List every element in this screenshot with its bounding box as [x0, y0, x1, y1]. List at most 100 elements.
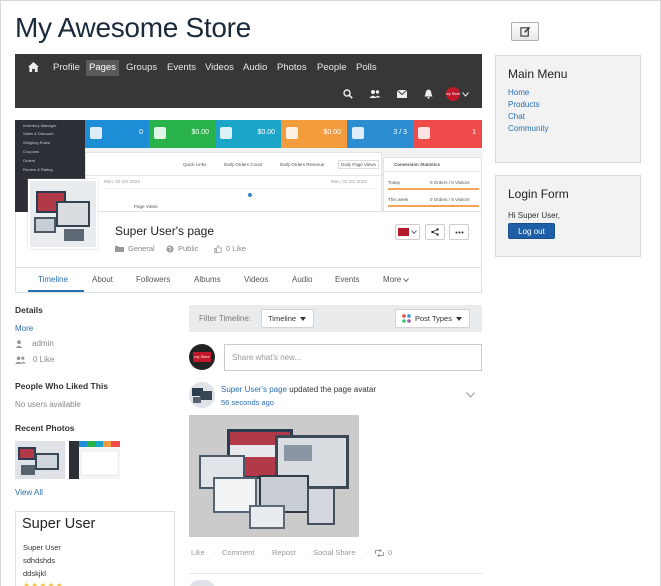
login-form-title: Login Form	[508, 187, 569, 201]
post-divider	[189, 573, 482, 574]
post-types-select[interactable]: Post Types	[395, 309, 470, 328]
home-icon[interactable]	[28, 62, 39, 72]
comment-action[interactable]: Comment	[222, 548, 255, 557]
people-liked-title: People Who Liked This	[15, 381, 109, 391]
post-author-avatar[interactable]	[189, 382, 215, 408]
social-share-action[interactable]: Social Share	[313, 548, 356, 557]
stat-tile: 3 / 3	[347, 120, 413, 148]
cover-panel-tab: Daily Orders Count	[224, 162, 263, 167]
folder-icon	[115, 246, 124, 252]
search-icon[interactable]	[341, 87, 355, 101]
page-likes-label: 0 Like	[226, 244, 247, 253]
cover-panel-tab: Daily Orders Revenue	[280, 162, 325, 167]
login-greeting: Hi Super User,	[508, 211, 561, 220]
menu-link-home[interactable]: Home	[508, 88, 529, 97]
recent-photo[interactable]	[15, 441, 65, 479]
store-logo-icon	[398, 228, 409, 236]
friends-icon[interactable]	[368, 87, 382, 101]
stat-tile-value: $0.00	[257, 129, 275, 136]
tab-albums[interactable]: Albums	[194, 275, 221, 284]
stat-tile-value: $0.00	[323, 129, 341, 136]
nav-profile[interactable]: Profile	[50, 60, 83, 76]
details-more-link[interactable]: More	[15, 324, 33, 333]
site-title[interactable]: My Awesome Store	[15, 12, 251, 44]
page-name[interactable]: Super User's page	[115, 224, 214, 238]
cover-sidebar-item: Coupons	[23, 149, 40, 154]
composer-avatar: my Store	[189, 344, 215, 370]
bell-icon[interactable]	[421, 87, 435, 101]
post-image[interactable]	[189, 415, 359, 537]
globe-icon	[166, 245, 174, 252]
cover-sidebar-item: Sales & Discount	[23, 131, 54, 136]
tab-videos[interactable]: Videos	[244, 275, 268, 284]
stat-tile-value: 1	[472, 129, 476, 136]
tab-events[interactable]: Events	[335, 275, 359, 284]
nav-people[interactable]: People	[314, 60, 350, 76]
action-separator: ·	[366, 548, 369, 557]
main-menu-title: Main Menu	[508, 67, 568, 81]
stat-tile: $0.00	[149, 120, 215, 148]
cover-panel-tab: Quick Links	[183, 162, 207, 167]
filter-timeline-select[interactable]: Timeline	[261, 309, 314, 328]
share-input-placeholder: Share what's new...	[232, 353, 302, 362]
user-avatar: my Store	[446, 87, 460, 101]
cover-stats-value: 0 Orders / 0 Visitors	[430, 180, 470, 185]
nav-videos[interactable]: Videos	[202, 60, 237, 76]
people-liked-empty: No users available	[15, 400, 81, 409]
view-all-photos-link[interactable]: View All	[15, 488, 43, 497]
page-admin-menu[interactable]	[395, 224, 420, 240]
chevron-down-icon	[462, 91, 469, 97]
ellipsis-icon	[455, 231, 463, 233]
details-owner: admin	[15, 339, 54, 348]
share-button[interactable]	[425, 224, 445, 240]
repost-count: 0	[374, 548, 392, 557]
retweet-icon	[375, 548, 384, 557]
nav-groups[interactable]: Groups	[123, 60, 160, 76]
cover-stats-label: This week	[388, 197, 409, 202]
details-likes: 0 Like	[15, 355, 54, 364]
nav-polls[interactable]: Polls	[353, 60, 380, 76]
menu-link-community[interactable]: Community	[508, 124, 548, 133]
like-action[interactable]: Like	[191, 548, 205, 557]
page-avatar[interactable]	[28, 179, 98, 249]
users-icon	[15, 355, 26, 364]
post-author-link[interactable]: Super User's page	[221, 385, 287, 394]
nav-pages[interactable]: Pages	[86, 60, 119, 76]
stat-tile: $0.00	[215, 120, 281, 148]
post-timestamp[interactable]: 56 seconds ago	[221, 398, 274, 407]
tab-followers[interactable]: Followers	[136, 275, 170, 284]
menu-link-products[interactable]: Products	[508, 100, 540, 109]
cover-chart-panel: Quick Links Daily Orders Count Daily Ord…	[85, 152, 383, 212]
repost-action[interactable]: Repost	[272, 548, 296, 557]
nav-events[interactable]: Events	[164, 60, 199, 76]
tab-more[interactable]: More	[383, 275, 410, 284]
cover-sidebar-item: Orders	[23, 158, 36, 163]
mail-icon[interactable]	[395, 87, 409, 101]
thumbs-up-icon	[214, 244, 222, 253]
tab-audio[interactable]: Audio	[292, 275, 312, 284]
user-menu[interactable]: my Store	[446, 86, 472, 102]
rating-stars-icon: ★★★★★	[23, 581, 64, 586]
chevron-down-icon	[403, 277, 410, 282]
post-action-text: updated the page avatar	[289, 385, 376, 394]
filter-timeline-label: Filter Timeline:	[199, 314, 252, 323]
user-card-line: sdhdshds	[23, 556, 56, 565]
logout-button[interactable]: Log out	[508, 223, 555, 239]
nav-audio[interactable]: Audio	[240, 60, 270, 76]
user-card-name: Super User	[22, 516, 96, 532]
page-privacy-label: Public	[178, 244, 199, 253]
more-options-button[interactable]	[449, 224, 469, 240]
recent-photo[interactable]	[69, 441, 120, 479]
cover-panel-series: Page Views	[134, 204, 158, 209]
tab-timeline[interactable]: Timeline	[38, 275, 68, 284]
nav-photos[interactable]: Photos	[274, 60, 310, 76]
menu-link-chat[interactable]: Chat	[508, 112, 525, 121]
tab-about[interactable]: About	[92, 275, 113, 284]
composer-avatar-label: my Store	[193, 352, 211, 362]
devices-image	[30, 181, 96, 247]
page-privacy: Public	[166, 244, 198, 253]
edit-button[interactable]	[511, 22, 539, 41]
recent-photos-title: Recent Photos	[15, 423, 75, 433]
action-separator: ·	[305, 548, 308, 557]
post-options-chevron-icon[interactable]	[466, 392, 475, 398]
